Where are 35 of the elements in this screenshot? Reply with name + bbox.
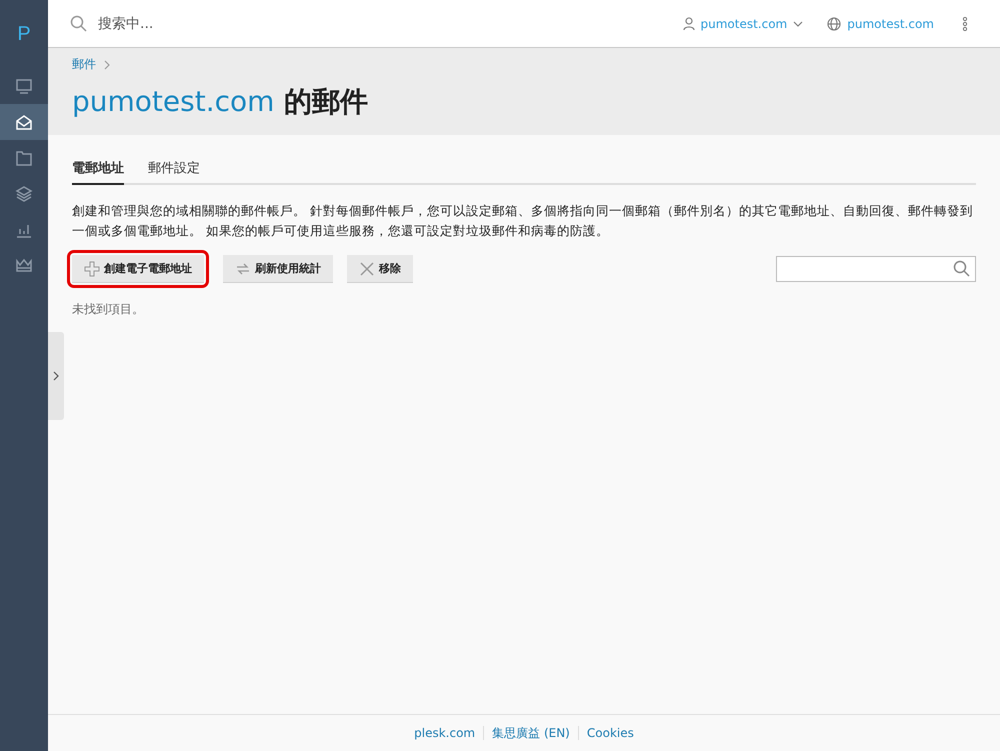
crown-icon bbox=[15, 257, 33, 275]
monitor-icon bbox=[15, 77, 33, 95]
description-text: 創建和管理與您的域相關聯的郵件帳戶。 針對每個郵件帳戶，您可以設定郵箱、多個將指向同一個郵箱（郵件別名）的其它電郵地址、自動回復、郵件轉發到一個或多個電郵地址。 如果您的帳戶可使用這些服務，您還可設定對垃圾郵件和病毒的防護。 bbox=[72, 202, 974, 240]
plus-icon bbox=[84, 260, 100, 276]
empty-message: 未找到項目。 bbox=[72, 301, 145, 318]
layers-icon bbox=[15, 185, 33, 203]
chevron-right-icon bbox=[104, 60, 110, 70]
sidebar-item[interactable] bbox=[0, 104, 48, 140]
caret-icon bbox=[793, 20, 804, 26]
toolbar-button[interactable]: 創建電子電郵地址 bbox=[72, 255, 204, 283]
list-search-field[interactable] bbox=[776, 256, 976, 282]
toolbar-button[interactable]: 移除 bbox=[347, 255, 413, 283]
toolbar-button[interactable]: 刷新使用統計 bbox=[223, 255, 333, 283]
tab[interactable]: 電郵地址 bbox=[72, 157, 124, 185]
search-field[interactable]: 搜索中... bbox=[96, 14, 300, 32]
footer-link[interactable]: Cookies bbox=[586, 726, 634, 740]
search-icon bbox=[953, 260, 971, 278]
more-menu-icon bbox=[962, 16, 968, 30]
globe-icon bbox=[827, 16, 842, 30]
refresh-arrows-icon bbox=[235, 260, 251, 276]
footer-link[interactable]: plesk.com bbox=[414, 726, 476, 740]
user-icon bbox=[682, 16, 694, 30]
site-link[interactable]: pumotest.com bbox=[827, 16, 934, 30]
search-icon bbox=[70, 14, 88, 32]
tab[interactable]: 郵件設定 bbox=[148, 157, 200, 185]
logo[interactable]: P bbox=[0, 0, 48, 68]
x-icon bbox=[359, 260, 375, 276]
account-menu[interactable]: pumotest.com bbox=[682, 16, 804, 30]
footer-link[interactable]: 集思廣益 (EN) bbox=[492, 724, 570, 742]
sidebar-toggle-handle[interactable] bbox=[48, 332, 64, 420]
envelope-icon bbox=[15, 113, 33, 131]
chevron-right-icon bbox=[53, 371, 59, 381]
page-title: pumotest.com 的郵件 bbox=[72, 85, 370, 119]
breadcrumb-link[interactable]: 郵件 bbox=[72, 56, 96, 73]
folder-icon bbox=[15, 149, 33, 167]
